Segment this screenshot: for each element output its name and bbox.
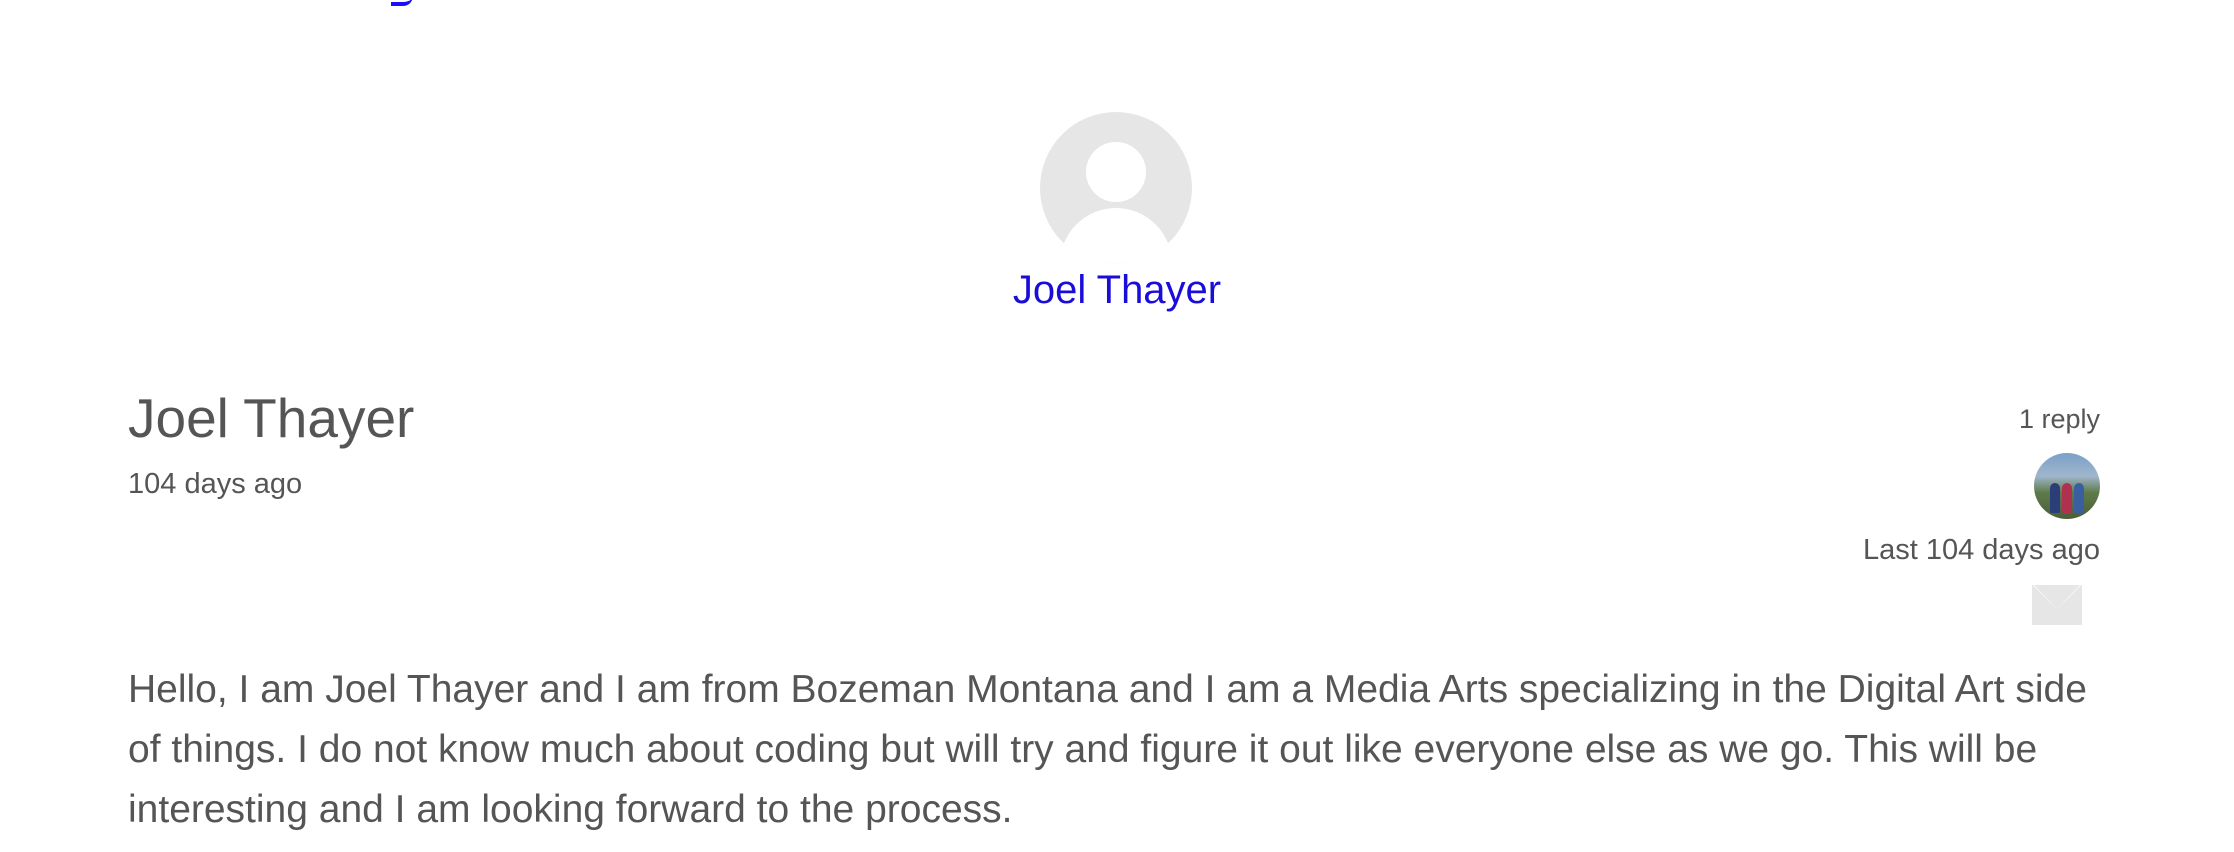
reply-count[interactable]: 1 reply (1700, 404, 2100, 435)
post-title: Joel Thayer (128, 387, 415, 449)
last-reply-time: Last 104 days ago (1862, 534, 2100, 566)
avatar-figure (2050, 483, 2060, 513)
top-link-fragment[interactable] (391, 0, 413, 6)
author-avatar[interactable] (1040, 112, 1192, 264)
topic-page: Joel Thayer Joel Thayer 104 days ago 1 r… (0, 0, 2234, 852)
post-time: 104 days ago (128, 468, 303, 500)
post-body: Hello, I am Joel Thayer and I am from Bo… (128, 668, 2087, 831)
avatar-figure (2074, 483, 2084, 513)
reply-meta: 1 reply Last 104 days ago (1700, 404, 2100, 630)
author-name-link[interactable]: Joel Thayer (0, 268, 2234, 313)
avatar-shoulders-shape (1060, 208, 1172, 264)
avatar-head-shape (1086, 142, 1146, 202)
avatar-figure (2062, 483, 2072, 513)
last-replier-avatar[interactable] (2034, 453, 2100, 519)
mail-icon[interactable] (2032, 585, 2082, 625)
